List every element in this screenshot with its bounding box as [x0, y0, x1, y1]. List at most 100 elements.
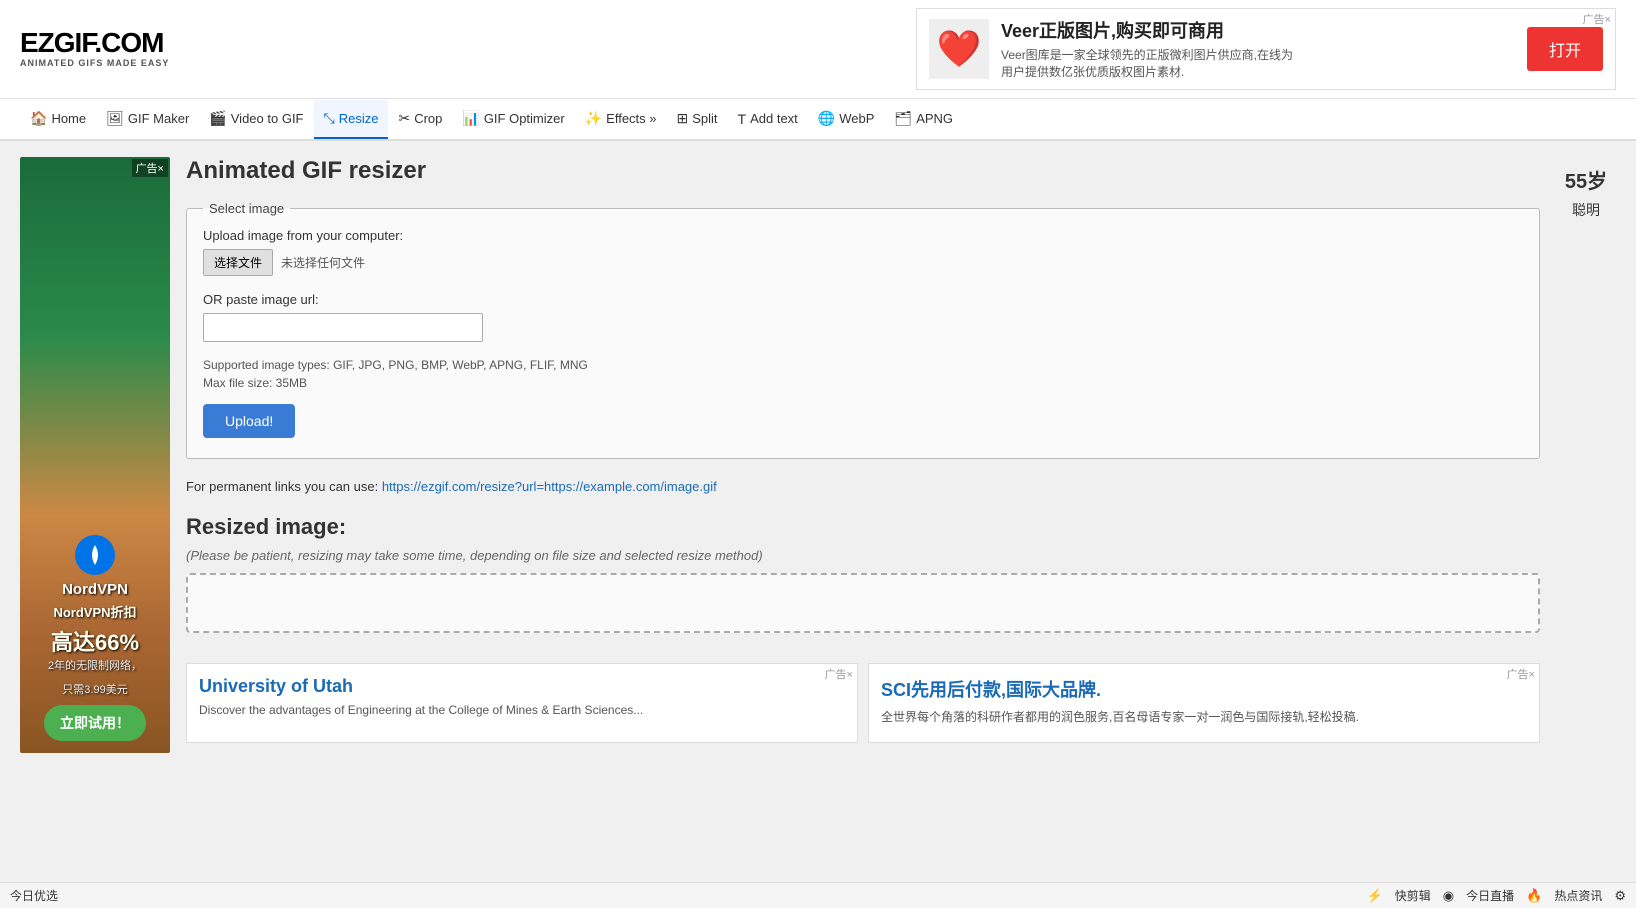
navbar: 🏠 Home 🖼 GIF Maker 🎬 Video to GIF ⤡ Resi… [0, 99, 1636, 141]
status-left: 今日优选 [10, 887, 58, 904]
supported-types: Supported image types: GIF, JPG, PNG, BM… [203, 358, 1523, 372]
select-image-fieldset: Select image Upload image from your comp… [186, 201, 1540, 459]
nav-label-apng: APNG [916, 111, 953, 126]
top-ad-desc1: Veer图库是一家全球领先的正版微利图片供应商,在线为 [1001, 47, 1515, 64]
status-icon-settings[interactable]: ⚙ [1614, 888, 1626, 904]
nav-item-resize[interactable]: ⤡ Resize [314, 100, 389, 139]
top-ad-desc2: 用户提供数亿张优质版权图片素材. [1001, 64, 1515, 81]
gif-maker-icon: 🖼 [106, 110, 124, 127]
url-input[interactable] [203, 313, 483, 342]
status-label-hotspot: 热点资讯 [1554, 887, 1602, 904]
nav-item-split[interactable]: ⊞ Split [667, 100, 728, 139]
bottom-ad-sci: 广告× SCI先用后付款,国际大品牌. 全世界每个角落的科研作者都用的润色服务,… [868, 663, 1540, 743]
sidebar-ad-cta-button[interactable]: 立即试用！ [44, 705, 146, 741]
sidebar-tagline: NordVPN折扣 [48, 602, 142, 621]
sidebar-ad-close[interactable]: 广告× [132, 159, 168, 177]
content-area: Animated GIF resizer Select image Upload… [170, 157, 1556, 753]
bottom-ad-sci-title: SCI先用后付款,国际大品牌. [881, 676, 1527, 702]
url-label: OR paste image url: [203, 292, 1523, 307]
select-image-legend: Select image [203, 201, 290, 216]
resized-note: (Please be patient, resizing may take so… [186, 548, 1540, 563]
video-icon: 🎬 [209, 110, 226, 127]
url-section: OR paste image url: [203, 292, 1523, 342]
bottom-ad-sci-close-label[interactable]: 广告× [1507, 666, 1535, 682]
resized-section: Resized image: (Please be patient, resiz… [186, 514, 1540, 633]
brand-sub: ANIMATED GIFS MADE EASY [20, 59, 169, 69]
vpn-logo [75, 535, 115, 575]
nav-item-effects[interactable]: ✨ Effects » [575, 100, 667, 139]
perm-link-prefix: For permanent links you can use: [186, 479, 382, 494]
nav-label-gif-maker: GIF Maker [128, 111, 189, 126]
page-title: Animated GIF resizer [186, 157, 1540, 185]
brand-name: EZGIF.COM [20, 28, 169, 59]
sidebar-ad-close-label[interactable]: 广告× [136, 160, 164, 176]
bottom-ad-sci-close[interactable]: 广告× [1507, 666, 1535, 682]
top-ad-text: Veer正版图片,购买即可商用 Veer图库是一家全球领先的正版微利图片供应商,… [1001, 17, 1515, 81]
nav-item-add-text[interactable]: T Add text [728, 101, 808, 139]
bottom-ad-univ-desc: Discover the advantages of Engineering a… [199, 703, 845, 717]
sidebar-vpn-name: NordVPN [48, 581, 142, 598]
status-icon-live: ◉ [1443, 888, 1454, 904]
status-label-zhibo: 今日直播 [1466, 887, 1514, 904]
webp-icon: 🌐 [818, 110, 835, 127]
file-upload-section: Upload image from your computer: 选择文件 未选… [203, 228, 1523, 276]
file-status: 未选择任何文件 [281, 254, 365, 271]
upload-label: Upload image from your computer: [203, 228, 1523, 243]
nav-item-crop[interactable]: ✂ Crop [388, 100, 452, 139]
resized-title: Resized image: [186, 514, 1540, 540]
nav-label-video-to-gif: Video to GIF [231, 111, 304, 126]
bottom-ad-sci-desc: 全世界每个角落的科研作者都用的润色服务,百名母语专家一对一润色与国际接轨,轻松投… [881, 708, 1527, 725]
home-icon: 🏠 [30, 110, 47, 127]
apng-icon: 🗂 [894, 110, 912, 127]
nav-label-resize: Resize [339, 111, 379, 126]
effects-icon: ✨ [585, 110, 602, 127]
right-ad-age: 55岁 [1565, 165, 1607, 194]
nav-item-gif-maker[interactable]: 🖼 GIF Maker [96, 100, 199, 139]
max-file-size: Max file size: 35MB [203, 376, 1523, 390]
sidebar-ad-image: NordVPN NordVPN折扣 高达66% 2年的无限制网络， 只需3.99… [20, 157, 170, 753]
sidebar-ad: 广告× NordVPN NordVPN折扣 高达66% 2年的无限制网络， 只需… [20, 157, 170, 753]
status-right: ⚡ 快剪辑 ◉ 今日直播 🔥 热点资讯 ⚙ [1367, 887, 1626, 904]
perm-link-url[interactable]: https://ezgif.com/resize?url= [382, 479, 544, 494]
sidebar-ad-text: NordVPN NordVPN折扣 高达66% 2年的无限制网络， 只需3.99… [48, 581, 142, 705]
top-ad-image: ❤️ [929, 19, 989, 79]
nav-item-home[interactable]: 🏠 Home [20, 100, 96, 139]
choose-file-button[interactable]: 选择文件 [203, 249, 273, 276]
nav-item-video-to-gif[interactable]: 🎬 Video to GIF [199, 100, 313, 139]
resize-icon: ⤡ [324, 110, 335, 127]
perm-link-area: For permanent links you can use: https:/… [186, 479, 1540, 494]
nav-label-crop: Crop [414, 111, 442, 126]
sidebar-detail1: 2年的无限制网络， [48, 657, 142, 673]
nav-label-gif-optimizer: GIF Optimizer [484, 111, 565, 126]
nav-item-apng[interactable]: 🗂 APNG [884, 100, 963, 139]
bottom-ad-univ-title: University of Utah [199, 676, 845, 697]
top-ad-cta-button[interactable]: 打开 [1527, 27, 1603, 71]
top-ad-close-label[interactable]: 广告× [1583, 11, 1611, 27]
resized-image-box [186, 573, 1540, 633]
right-ad-text: 聪明 [1572, 200, 1600, 220]
nav-item-webp[interactable]: 🌐 WebP [808, 100, 885, 139]
top-ad-title: Veer正版图片,购买即可商用 [1001, 17, 1515, 43]
status-icon-flash: ⚡ [1367, 888, 1383, 904]
nav-label-home: Home [51, 111, 86, 126]
status-icon-fire: 🔥 [1526, 888, 1542, 904]
top-ad-close[interactable]: 广告× [1583, 11, 1611, 27]
bottom-ad-univ-close-label[interactable]: 广告× [825, 666, 853, 682]
nav-label-split: Split [692, 111, 717, 126]
upload-button[interactable]: Upload! [203, 404, 295, 438]
top-ad-content: 广告× ❤️ Veer正版图片,购买即可商用 Veer图库是一家全球领先的正版微… [916, 8, 1616, 90]
right-ad: 55岁 聪明 [1556, 157, 1616, 753]
status-left-label: 今日优选 [10, 887, 58, 904]
nav-label-add-text: Add text [750, 111, 798, 126]
bottom-ad-univ-close[interactable]: 广告× [825, 666, 853, 682]
status-label-kuaijianji: 快剪辑 [1395, 887, 1431, 904]
perm-link-example[interactable]: https://example.com/image.gif [544, 479, 717, 494]
addtext-icon: T [738, 111, 747, 127]
top-ad-banner: EZGIF.COM ANIMATED GIFS MADE EASY 广告× ❤️… [0, 0, 1636, 99]
main-layout: 广告× NordVPN NordVPN折扣 高达66% 2年的无限制网络， 只需… [0, 141, 1636, 769]
crop-icon: ✂ [398, 110, 410, 127]
sidebar-pct: 高达66% [48, 625, 142, 657]
nav-item-gif-optimizer[interactable]: 📊 GIF Optimizer [452, 100, 574, 139]
status-bar: 今日优选 ⚡ 快剪辑 ◉ 今日直播 🔥 热点资讯 ⚙ [0, 882, 1636, 908]
logo-area: EZGIF.COM ANIMATED GIFS MADE EASY [20, 28, 169, 69]
